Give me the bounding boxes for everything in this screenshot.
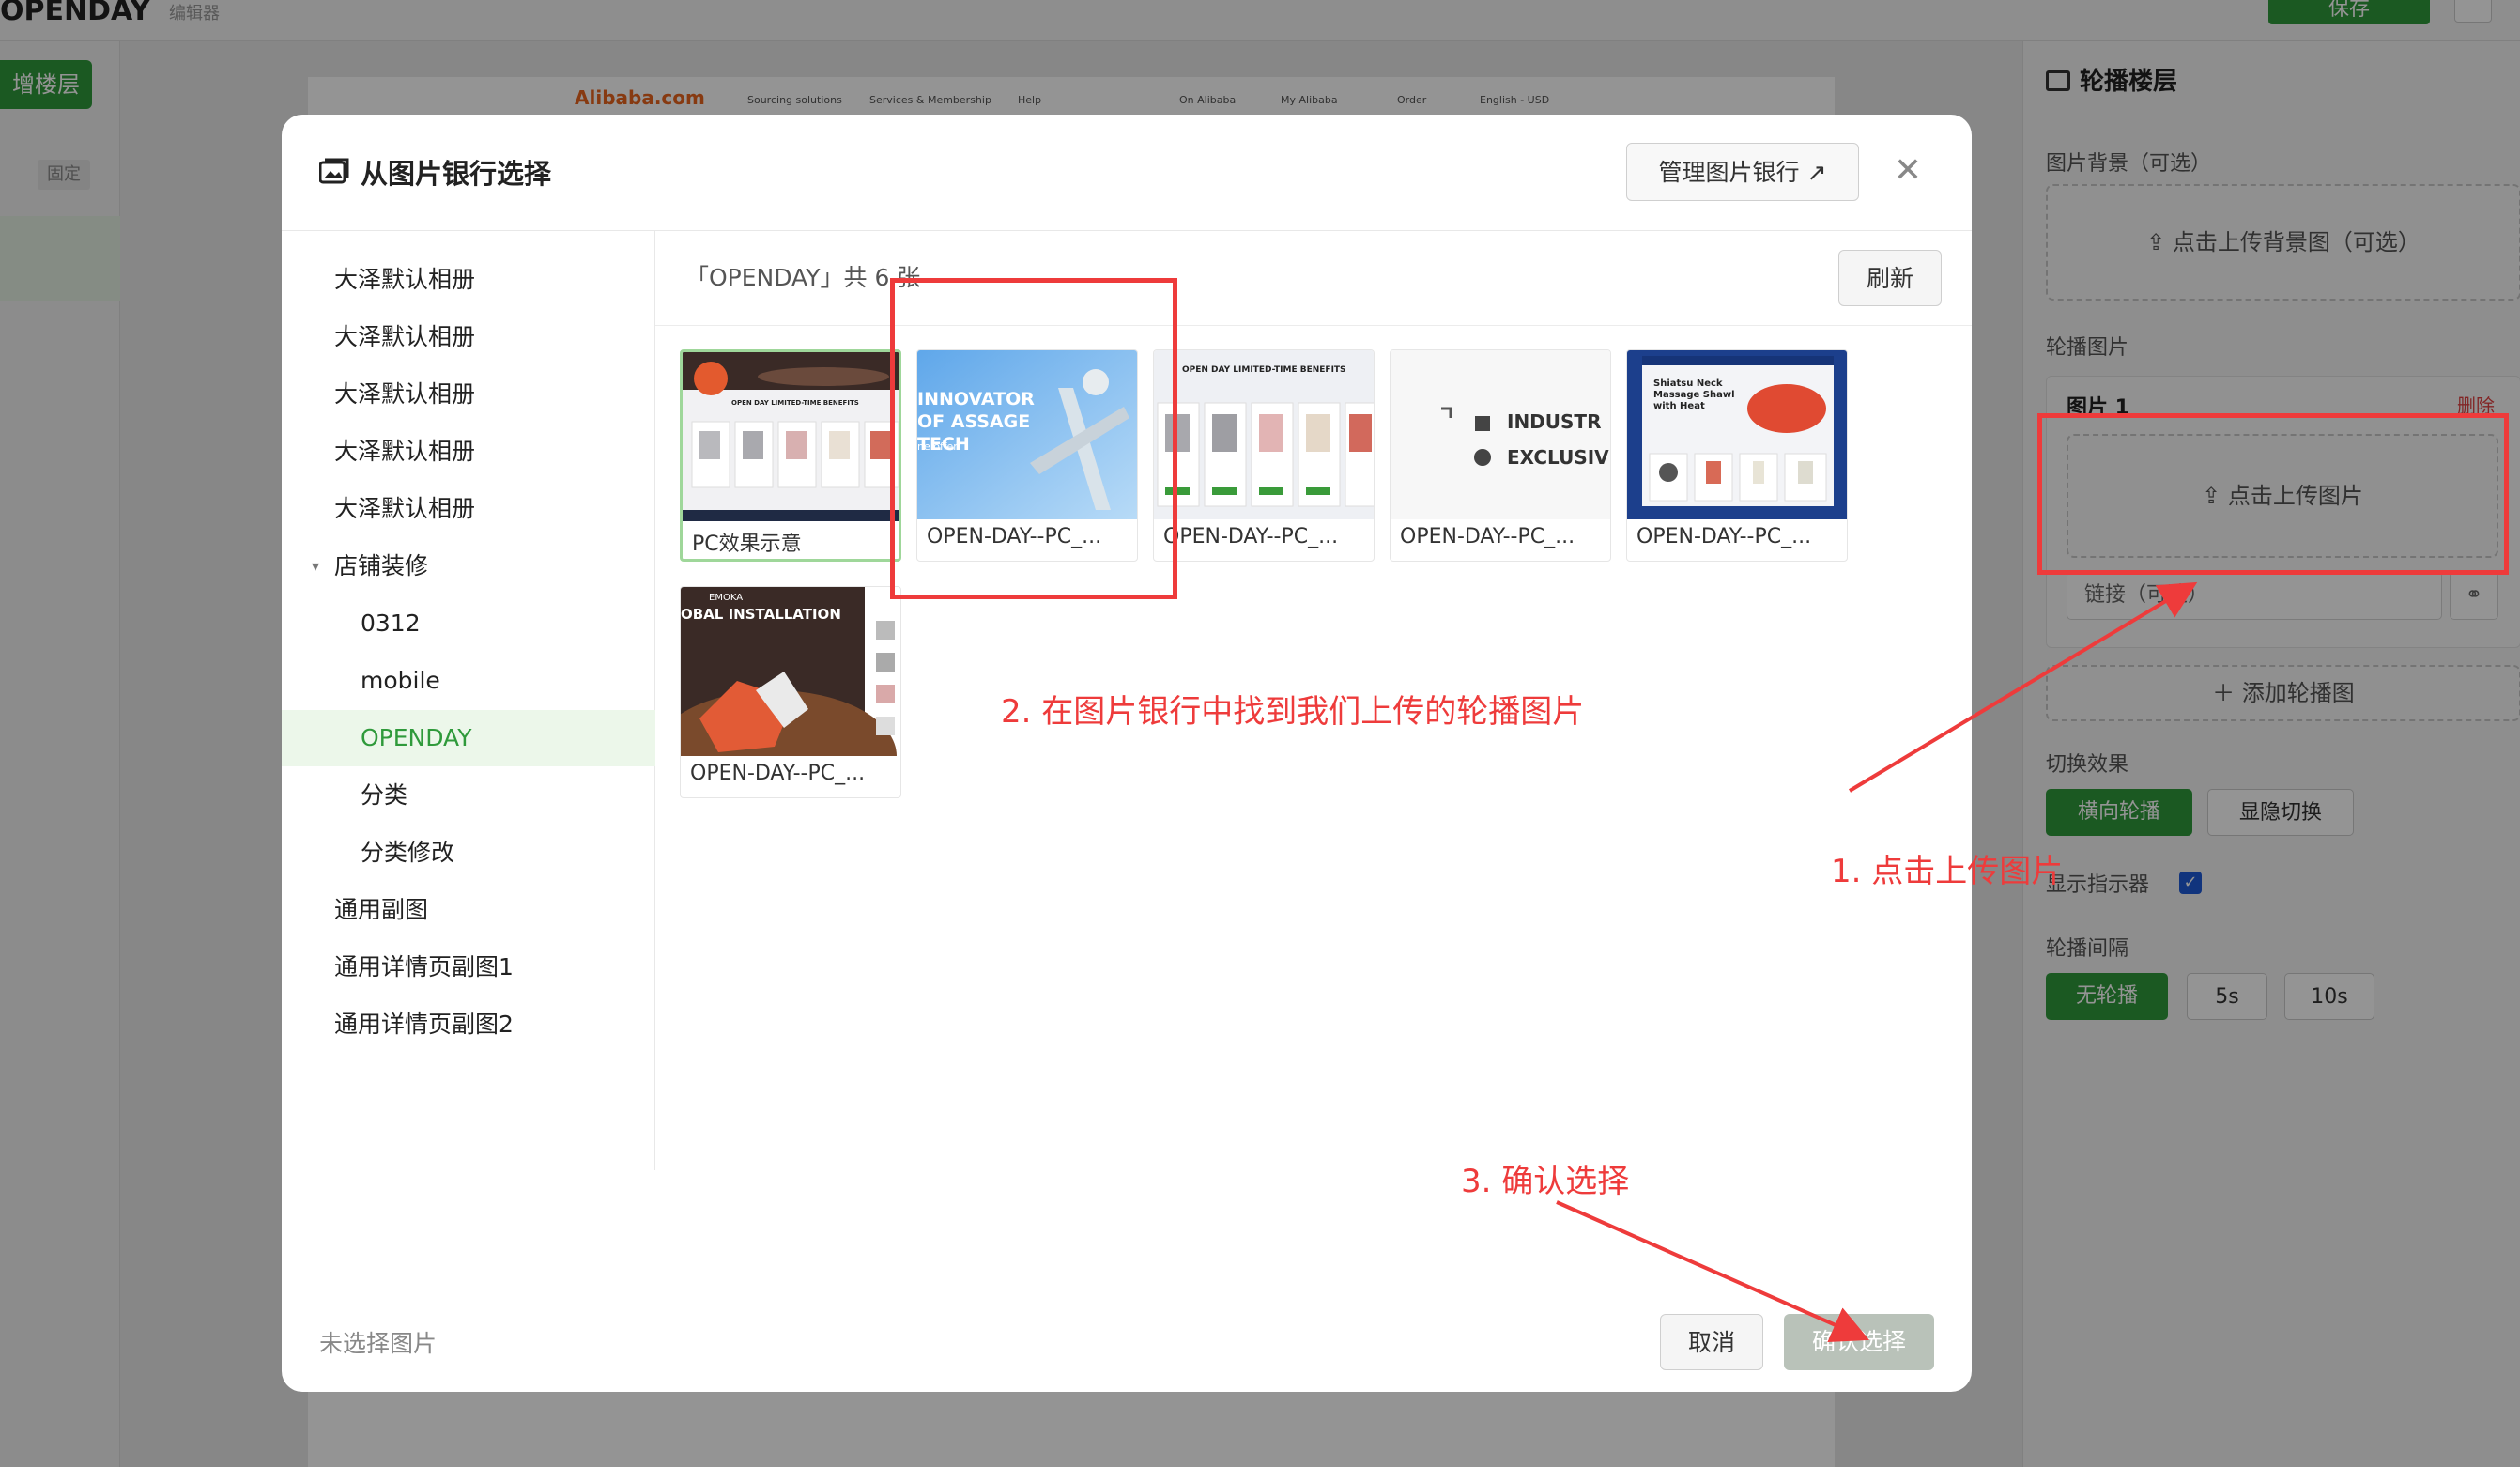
- album-sidebar: 大泽默认相册 大泽默认相册 大泽默认相册 大泽默认相册 大泽默认相册 ▾ 店铺装修 0312 m…: [282, 231, 655, 1170]
- modal-footer: 未选择图片 取消 确认选择: [282, 1289, 1972, 1392]
- album-item[interactable]: 0312: [282, 595, 655, 652]
- album-item[interactable]: 大泽默认相册: [282, 424, 655, 480]
- image-caption: OPEN-DAY--PC_...: [1400, 525, 1575, 548]
- album-item-label: mobile: [361, 667, 440, 694]
- image-thumbnail: Shiatsu Neck Massage Shawl with Heat: [1627, 350, 1847, 519]
- album-item[interactable]: 大泽默认相册: [282, 366, 655, 423]
- album-item-label: 通用副图: [334, 896, 429, 923]
- image-tile[interactable]: EMOKA OBAL INSTALLATION OPEN-DAY--PC_...: [680, 586, 901, 798]
- album-item[interactable]: 通用详情页副图1: [282, 939, 655, 996]
- album-item[interactable]: 大泽默认相册: [282, 252, 655, 308]
- close-icon[interactable]: ✕: [1887, 150, 1928, 192]
- thumbnail-subtext: EXCLUSIV: [1507, 446, 1609, 469]
- thumbnail-text: OPEN DAY LIMITED-TIME BENEFITS: [1182, 365, 1346, 375]
- album-item[interactable]: ▾ 店铺装修: [282, 538, 655, 595]
- thumbnail-text: OBAL INSTALLATION: [681, 606, 841, 623]
- image-caption: OPEN-DAY--PC_...: [690, 762, 866, 785]
- album-item-label: 大泽默认相册: [334, 323, 476, 350]
- image-thumbnail: INDUSTR EXCLUSIV: [1391, 350, 1610, 519]
- annotation-step1: 1. 点击上传图片: [1831, 853, 2064, 890]
- image-tile[interactable]: INDUSTR EXCLUSIV OPEN-DAY--PC_...: [1390, 349, 1611, 562]
- thumbnail-subtext: EMOKA: [709, 593, 744, 603]
- album-item[interactable]: 分类修改: [282, 825, 655, 881]
- modal-header: 从图片银行选择 管理图片银行 ↗ ✕: [282, 115, 1972, 231]
- image-caption: PC效果示意: [692, 533, 802, 556]
- album-item[interactable]: 通用详情页副图2: [282, 996, 655, 1053]
- confirm-button[interactable]: 确认选择: [1784, 1314, 1934, 1370]
- album-item-label: 大泽默认相册: [334, 495, 476, 522]
- album-item-label: 分类修改: [361, 839, 455, 866]
- album-item-label: 大泽默认相册: [334, 380, 476, 408]
- manage-image-bank-button[interactable]: 管理图片银行 ↗: [1626, 143, 1859, 201]
- cancel-button[interactable]: 取消: [1660, 1314, 1763, 1370]
- album-item[interactable]: 大泽默认相册: [282, 481, 655, 537]
- image-tile[interactable]: Shiatsu Neck Massage Shawl with Heat OPE…: [1626, 349, 1848, 562]
- album-item[interactable]: OPENDAY: [282, 710, 655, 766]
- album-item[interactable]: 大泽默认相册: [282, 309, 655, 365]
- album-item[interactable]: 通用副图: [282, 882, 655, 938]
- image-tile[interactable]: OPEN DAY LIMITED-TIME BENEFITS OPEN-DAY-…: [1153, 349, 1375, 562]
- annotation-step3: 3. 确认选择: [1461, 1163, 1630, 1200]
- album-item[interactable]: mobile: [282, 653, 655, 709]
- album-item-label: 大泽默认相册: [334, 266, 476, 293]
- image-tile[interactable]: OPEN DAY LIMITED-TIME BENEFITS PC效果示意: [680, 349, 901, 562]
- annotation-box-upload: [2037, 413, 2509, 575]
- album-item-label: 分类: [361, 781, 408, 809]
- album-item-label: OPENDAY: [361, 724, 472, 751]
- album-item-label: 大泽默认相册: [334, 438, 476, 465]
- album-item[interactable]: 分类: [282, 767, 655, 824]
- modal-title: 从图片银行选择: [361, 158, 552, 190]
- selection-status: 未选择图片: [319, 1330, 438, 1357]
- chevron-down-icon[interactable]: ▾: [312, 538, 319, 595]
- image-thumbnail: OPEN DAY LIMITED-TIME BENEFITS: [683, 352, 899, 521]
- album-item-label: 通用详情页副图1: [334, 953, 514, 981]
- image-caption: OPEN-DAY--PC_...: [1163, 525, 1339, 548]
- annotation-step2: 2. 在图片银行中找到我们上传的轮播图片: [1001, 693, 1585, 731]
- divider: [655, 325, 1972, 326]
- album-item-label: 0312: [361, 610, 421, 637]
- image-caption: OPEN-DAY--PC_...: [1636, 525, 1812, 548]
- thumbnail-text: Shiatsu Neck Massage Shawl with Heat: [1653, 378, 1735, 411]
- album-item-label: 店铺装修: [334, 552, 429, 579]
- refresh-button[interactable]: 刷新: [1838, 250, 1942, 306]
- thumbnail-text: OPEN DAY LIMITED-TIME BENEFITS: [731, 399, 859, 407]
- annotation-box-image: [890, 278, 1177, 599]
- image-thumbnail: EMOKA OBAL INSTALLATION: [681, 587, 900, 756]
- thumbnail-text: INDUSTR: [1507, 410, 1602, 433]
- image-gallery-icon: [319, 158, 349, 184]
- image-thumbnail: OPEN DAY LIMITED-TIME BENEFITS: [1154, 350, 1374, 519]
- album-item-label: 通用详情页副图2: [334, 1011, 514, 1038]
- album-breadcrumb: 「OPENDAY」共 6 张: [685, 264, 921, 291]
